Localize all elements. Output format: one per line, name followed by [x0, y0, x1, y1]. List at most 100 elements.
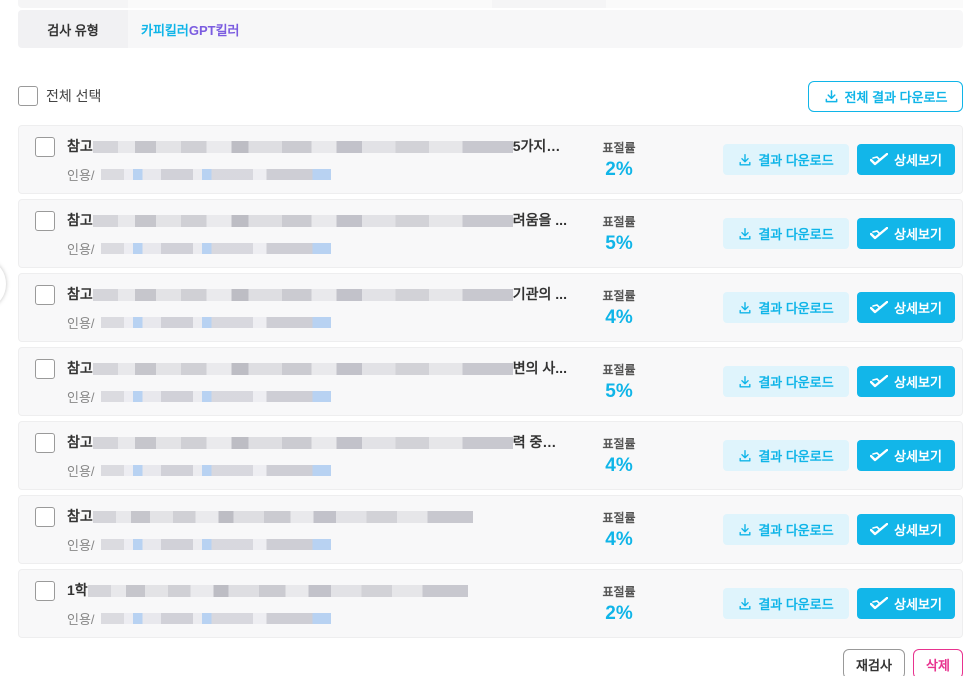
detail-view-button[interactable]: 상세보기 [857, 366, 955, 397]
detail-view-button[interactable]: 상세보기 [857, 440, 955, 471]
row-subinfo: 인용/ [67, 313, 331, 332]
result-download-label: 결과 다운로드 [758, 301, 834, 316]
result-download-button[interactable]: 결과 다운로드 [723, 440, 849, 471]
plagiarism-score: 표절률 4% [584, 435, 654, 477]
redacted-subinfo [100, 169, 331, 180]
row-subinfo: 인용/ [67, 535, 331, 554]
select-all-checkbox[interactable] [18, 86, 38, 106]
result-download-button[interactable]: 결과 다운로드 [723, 588, 849, 619]
redacted-title [92, 141, 513, 154]
result-row: 참고 인용/ 표절률 4% 결과 다운로드 상세보기 [18, 495, 963, 564]
detail-view-label: 상세보기 [894, 597, 942, 612]
side-handle[interactable] [0, 262, 6, 306]
row-title-prefix: 참고 [67, 360, 93, 376]
delete-button[interactable]: 삭제 [913, 649, 963, 676]
redacted-title [87, 585, 468, 598]
top-strip [18, 0, 963, 8]
row-checkbox[interactable] [35, 581, 55, 601]
row-checkbox[interactable] [35, 211, 55, 231]
download-icon [738, 523, 752, 537]
detail-view-label: 상세보기 [894, 227, 942, 242]
redacted-subinfo [100, 539, 331, 550]
check-pen-icon [870, 300, 889, 315]
row-title[interactable]: 참고 기관의 ... [67, 284, 567, 304]
result-download-button[interactable]: 결과 다운로드 [723, 144, 849, 175]
result-download-button[interactable]: 결과 다운로드 [723, 292, 849, 323]
row-checkbox[interactable] [35, 507, 55, 527]
redacted-subinfo [100, 317, 331, 328]
row-subinfo: 인용/ [67, 609, 331, 628]
row-subinfo: 인용/ [67, 239, 331, 258]
detail-view-label: 상세보기 [894, 301, 942, 316]
detail-view-label: 상세보기 [894, 375, 942, 390]
detail-view-label: 상세보기 [894, 523, 942, 538]
row-checkbox[interactable] [35, 359, 55, 379]
score-value: 5% [605, 381, 633, 402]
row-title[interactable]: 참고 변의 사... [67, 358, 567, 378]
check-pen-icon [870, 448, 889, 463]
row-title[interactable]: 참고 [67, 506, 567, 526]
row-checkbox[interactable] [35, 137, 55, 157]
result-download-label: 결과 다운로드 [758, 449, 834, 464]
result-download-label: 결과 다운로드 [758, 375, 834, 390]
redacted-subinfo [100, 391, 331, 402]
download-icon [738, 597, 752, 611]
score-label: 표절률 [602, 215, 636, 229]
detail-view-button[interactable]: 상세보기 [857, 218, 955, 249]
redacted-subinfo [100, 613, 331, 624]
score-value: 4% [605, 455, 633, 476]
row-sub-prefix: 인용/ [67, 390, 95, 405]
result-download-button[interactable]: 결과 다운로드 [723, 218, 849, 249]
result-list: 참고 5가지를... 인용/ 표절률 2% 결과 다운로드 상세보기 참고 려움을 … [18, 125, 963, 643]
row-title-prefix: 참고 [67, 212, 93, 228]
result-row: 참고 5가지를... 인용/ 표절률 2% 결과 다운로드 상세보기 [18, 125, 963, 194]
row-title[interactable]: 참고 5가지를... [67, 136, 567, 156]
score-value: 4% [605, 307, 633, 328]
row-title[interactable]: 1학 [67, 580, 567, 600]
row-title-suffix: 력 중에서... [512, 434, 567, 450]
plagiarism-score: 표절률 4% [584, 287, 654, 329]
row-sub-prefix: 인용/ [67, 464, 95, 479]
detail-view-button[interactable]: 상세보기 [857, 292, 955, 323]
plagiarism-score: 표절률 2% [584, 583, 654, 625]
redacted-title [92, 363, 513, 376]
row-title[interactable]: 참고 력 중에서... [67, 432, 567, 452]
plagiarism-score: 표절률 5% [584, 361, 654, 403]
row-title[interactable]: 참고 려움을 ... [67, 210, 567, 230]
row-title-prefix: 참고 [67, 138, 93, 154]
row-sub-prefix: 인용/ [67, 316, 95, 331]
row-sub-prefix: 인용/ [67, 242, 95, 257]
result-download-button[interactable]: 결과 다운로드 [723, 366, 849, 397]
row-checkbox[interactable] [35, 433, 55, 453]
inspection-type-values: 카피킬러 GPT킬러 [128, 20, 240, 39]
result-row: 참고 려움을 ... 인용/ 표절률 5% 결과 다운로드 상세보기 [18, 199, 963, 268]
result-download-button[interactable]: 결과 다운로드 [723, 514, 849, 545]
download-icon [738, 153, 752, 167]
download-icon [824, 89, 839, 104]
row-checkbox[interactable] [35, 285, 55, 305]
recheck-button[interactable]: 재검사 [843, 649, 905, 676]
detail-view-button[interactable]: 상세보기 [857, 588, 955, 619]
detail-view-button[interactable]: 상세보기 [857, 514, 955, 545]
type-gptkiller: GPT킬러 [188, 22, 240, 38]
detail-view-button[interactable]: 상세보기 [857, 144, 955, 175]
download-all-button[interactable]: 전체 결과 다운로드 [808, 81, 963, 112]
download-icon [738, 375, 752, 389]
score-value: 5% [605, 233, 633, 254]
select-all[interactable]: 전체 선택 [18, 86, 101, 106]
result-row: 참고 변의 사... 인용/ 표절률 5% 결과 다운로드 상세보기 [18, 347, 963, 416]
score-label: 표절률 [602, 437, 636, 451]
row-subinfo: 인용/ [67, 165, 331, 184]
redacted-subinfo [100, 465, 331, 476]
redacted-subinfo [100, 243, 331, 254]
check-pen-icon [870, 374, 889, 389]
detail-view-label: 상세보기 [894, 153, 942, 168]
redacted-title [92, 511, 473, 524]
score-label: 표절률 [602, 363, 636, 377]
redacted-title [92, 215, 513, 228]
score-value: 2% [605, 159, 633, 180]
plagiarism-score: 표절률 2% [584, 139, 654, 181]
download-all-label: 전체 결과 다운로드 [844, 90, 948, 105]
redacted-title [92, 289, 513, 302]
type-copykiller: 카피킬러 [141, 22, 189, 38]
